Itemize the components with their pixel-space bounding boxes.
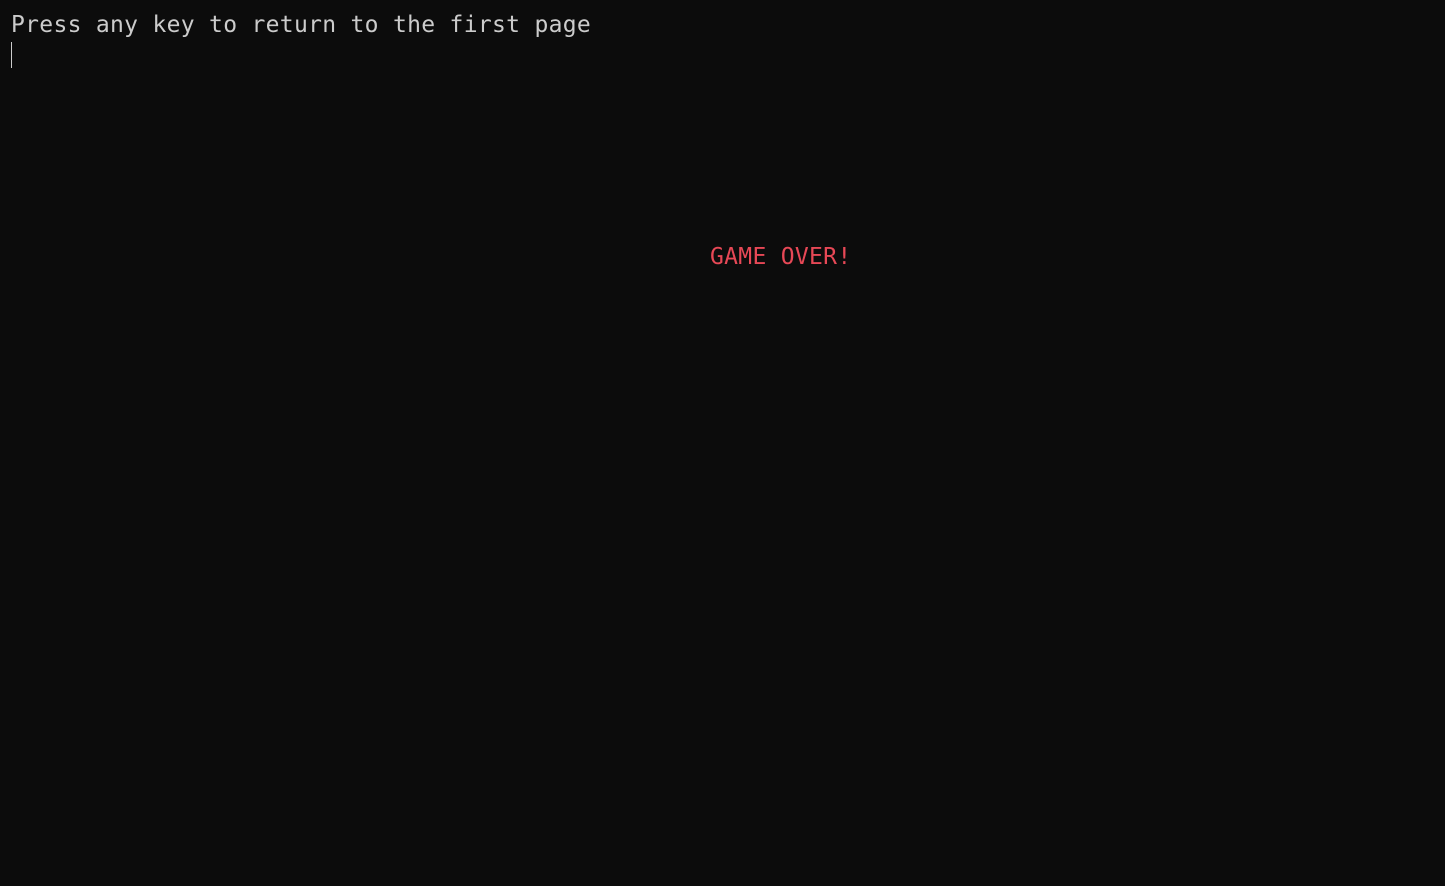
return-prompt-text: Press any key to return to the first pag… bbox=[11, 12, 592, 38]
game-over-message: GAME OVER! bbox=[710, 244, 852, 270]
terminal-window[interactable]: Press any key to return to the first pag… bbox=[0, 0, 1445, 886]
text-cursor bbox=[11, 42, 12, 68]
